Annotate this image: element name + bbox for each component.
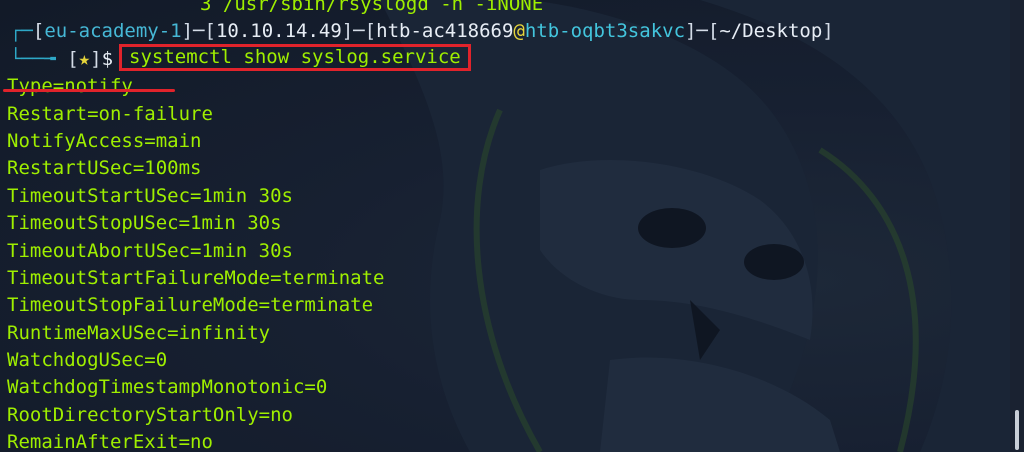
output-line: NotifyAccess=main — [7, 129, 202, 152]
prompt-info-line: ┌─[eu-academy-1]─[10.10.14.49]─[htb-ac41… — [10, 20, 834, 43]
prompt-ip: 10.10.14.49 — [215, 20, 342, 43]
prompt-region: eu-academy-1 — [44, 20, 182, 43]
output-line: TimeoutStartFailureMode=terminate — [7, 266, 385, 289]
prompt-status-icon: ★ — [78, 47, 91, 70]
output-line: RemainAfterExit=no — [7, 431, 213, 452]
command-line[interactable]: └──╼ [★]$ systemctl show syslog.service — [0, 43, 1010, 73]
prompt-at: @ — [513, 20, 525, 43]
output-line: RuntimeMaxUSec=infinity — [7, 321, 271, 344]
output-line: WatchdogTimestampMonotonic=0 — [7, 376, 328, 399]
output-line: Restart=on-failure — [7, 102, 213, 125]
output-line: RestartUSec=100ms — [7, 157, 202, 180]
red-underline-annotation — [3, 89, 175, 92]
output-line: RootDirectoryStartOnly=no — [7, 403, 293, 426]
output-line: WatchdogUSec=0 — [7, 349, 168, 372]
output-line: Type=notify — [7, 75, 133, 98]
prompt-frame-corner: ┌─ — [10, 20, 33, 43]
output-line: TimeoutStopUSec=1min 30s — [7, 212, 282, 235]
output-line: TimeoutStopFailureMode=terminate — [7, 294, 374, 317]
prompt-frame-arrow: └──╼ — [10, 47, 68, 70]
scrollbar-thumb[interactable] — [1015, 410, 1019, 450]
output-line: TimeoutStartUSec=1min 30s — [7, 184, 293, 207]
previous-output-line: 3 /usr/sbin/rsyslogd -n -iNONE — [200, 0, 544, 15]
prompt-path: ~/Desktop — [719, 20, 823, 43]
prompt-dollar: $ — [101, 47, 114, 70]
highlighted-command[interactable]: systemctl show syslog.service — [119, 43, 471, 71]
output-line: TimeoutAbortUSec=1min 30s — [7, 239, 293, 262]
prompt-user: htb-ac418669 — [376, 20, 514, 43]
vertical-scrollbar[interactable] — [1010, 0, 1024, 452]
prompt-host: htb-oqbt3sakvc — [524, 20, 686, 43]
terminal-window[interactable]: 3 /usr/sbin/rsyslogd -n -iNONE ┌─[eu-aca… — [0, 0, 1024, 452]
